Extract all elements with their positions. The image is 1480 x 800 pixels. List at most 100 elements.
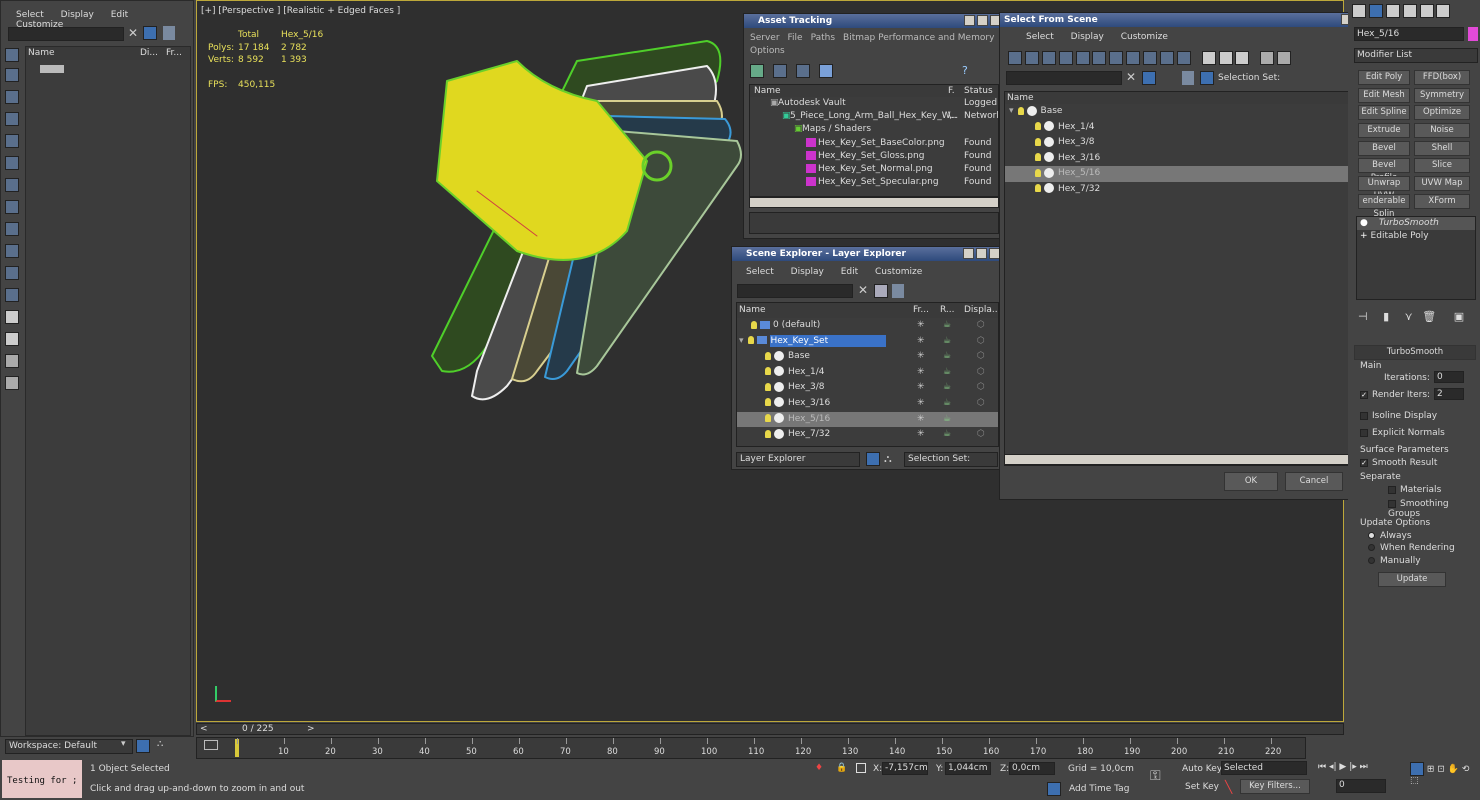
bevel-button[interactable]: Bevel <box>1358 141 1410 156</box>
lightbulb-icon[interactable] <box>765 351 771 360</box>
display-box-icon[interactable]: ⬡ <box>977 380 985 396</box>
asset-row[interactable]: Hex_Key_Set_Specular.png Found <box>750 176 998 189</box>
filter-toggle-icon[interactable] <box>5 354 19 368</box>
menu-edit[interactable]: Edit <box>111 10 128 20</box>
hierarchy-explorer-icon[interactable]: ⛬ <box>157 739 163 749</box>
clear-search-icon[interactable]: ✕ <box>858 283 868 297</box>
invert-display-icon[interactable] <box>1235 51 1250 65</box>
freeze-icon[interactable]: ✳ <box>917 334 925 350</box>
display-box-icon[interactable]: ⬡ <box>977 365 985 381</box>
display-tab-icon[interactable] <box>1419 4 1434 18</box>
menu-bitmap[interactable]: Bitmap Performance and Memory <box>843 33 994 43</box>
menu-select[interactable]: Select <box>1026 32 1054 42</box>
filter-icon[interactable] <box>1142 71 1156 85</box>
display-geometry-icon[interactable] <box>5 68 19 82</box>
make-unique-icon[interactable]: ⋎ <box>1405 310 1413 323</box>
display-box-icon[interactable]: ⬡ <box>977 318 985 334</box>
display-containers-icon[interactable] <box>1176 51 1191 65</box>
current-frame-field[interactable]: 0 <box>1336 779 1386 793</box>
menu-customize[interactable]: Customize <box>875 267 922 277</box>
lightbulb-icon[interactable] <box>1035 137 1041 146</box>
layers-icon[interactable] <box>892 284 904 298</box>
col-f[interactable]: F. <box>948 85 955 97</box>
manually-radio[interactable]: Manually <box>1368 556 1421 566</box>
clear-search-icon[interactable]: ✕ <box>128 26 138 40</box>
display-all-icon[interactable] <box>5 310 19 324</box>
maximize-viewport-icon[interactable]: ⬚ <box>1410 776 1419 786</box>
hierarchy-icon[interactable] <box>5 376 19 390</box>
object-color-swatch[interactable] <box>1468 27 1478 41</box>
layer-search-input[interactable] <box>737 284 853 298</box>
zoom-extents-icon[interactable]: ⊡ <box>1437 765 1445 775</box>
display-xrefs-icon[interactable] <box>1143 51 1157 65</box>
lightbulb-icon[interactable] <box>747 336 754 345</box>
render-teapot-icon[interactable]: ☕ <box>943 396 951 412</box>
invert-icon[interactable] <box>5 332 19 346</box>
asset-row[interactable]: Hex_Key_Set_Normal.png Found <box>750 163 998 176</box>
sfs-row[interactable]: Hex_1/4 <box>1005 120 1349 136</box>
col-render[interactable]: R... <box>940 303 955 318</box>
col-name[interactable]: Name <box>28 47 55 60</box>
checkbox-icon[interactable] <box>1360 411 1368 420</box>
key-icon[interactable]: ⚿ <box>1150 768 1161 784</box>
lightbulb-icon[interactable] <box>765 367 771 376</box>
display-none-list-icon[interactable] <box>1218 51 1233 65</box>
update-button[interactable]: Update <box>1378 572 1446 587</box>
object-row[interactable]: Hex_3/16 ✳ ☕ ⬡ <box>737 396 998 412</box>
display-box-icon[interactable]: ⬡ <box>977 349 985 365</box>
selected-dropdown[interactable]: Selected <box>1221 761 1307 775</box>
menu-select[interactable]: Select <box>16 10 44 20</box>
next-key-icon[interactable]: |▸ <box>1349 762 1357 772</box>
next-frame-icon[interactable]: > <box>307 724 315 734</box>
display-cameras-icon[interactable] <box>1075 51 1090 65</box>
lock-icon[interactable]: 🔒 <box>836 763 847 773</box>
checkbox-icon[interactable] <box>1388 485 1396 494</box>
cancel-button[interactable]: Cancel <box>1285 472 1343 491</box>
always-radio[interactable]: Always <box>1368 531 1412 541</box>
checkbox-checked-icon[interactable]: ✓ <box>1360 390 1368 399</box>
display-groups-icon[interactable] <box>1126 51 1141 65</box>
auto-key-button[interactable]: Auto Key <box>1182 764 1222 774</box>
freeze-icon[interactable]: ✳ <box>917 318 925 334</box>
freeze-icon[interactable]: ✳ <box>917 380 925 396</box>
edit-mesh-button[interactable]: Edit Mesh <box>1358 88 1410 103</box>
render-iters-checkbox[interactable]: ✓ Render Iters: <box>1360 390 1430 400</box>
checkbox-icon[interactable] <box>1388 499 1396 508</box>
asset-row[interactable]: ▣Autodesk VaultLogged O <box>750 97 998 110</box>
maxscript-listener[interactable]: Testing for ; <box>2 760 82 798</box>
noise-button[interactable]: Noise <box>1414 123 1470 138</box>
hierarchy-mode-icon[interactable] <box>1200 71 1214 85</box>
unwrap-uvw-button[interactable]: Unwrap UVW <box>1358 176 1410 201</box>
smoothing-groups-checkbox[interactable]: Smoothing Groups <box>1388 499 1476 519</box>
render-teapot-icon[interactable]: ☕ <box>943 318 951 334</box>
col-status[interactable]: Status <box>964 85 993 97</box>
turbosmooth-rollout-title[interactable]: TurboSmooth <box>1354 345 1476 360</box>
render-teapot-icon[interactable]: ☕ <box>943 334 951 350</box>
refresh-icon[interactable] <box>750 64 764 78</box>
lightbulb-icon[interactable]: ● <box>1360 218 1368 228</box>
display-lights-icon[interactable] <box>1058 51 1073 65</box>
asset-hscrollbar[interactable] <box>749 197 999 208</box>
time-slider[interactable]: < 0 / 225 > <box>196 723 1344 735</box>
display-xrefs-icon[interactable] <box>5 222 19 236</box>
go-to-end-icon[interactable]: ⏭ <box>1360 762 1368 772</box>
expand-plus-icon[interactable]: + <box>1360 231 1368 241</box>
display-groups-icon[interactable] <box>5 200 19 214</box>
bevel-profile-button[interactable]: Bevel Profile <box>1358 158 1410 183</box>
menu-display[interactable]: Display <box>61 10 94 20</box>
checkbox-checked-icon[interactable]: ✓ <box>1360 458 1368 467</box>
object-row-selected[interactable]: Hex_5/16 ✳ ☕ <box>737 411 998 428</box>
modifier-list-dropdown[interactable]: Modifier List <box>1354 48 1478 63</box>
sfs-search-input[interactable] <box>1006 71 1122 85</box>
iterations-spinner[interactable]: 0 <box>1434 371 1464 383</box>
expand-arrow-icon[interactable]: ▾ <box>1009 106 1014 116</box>
layer-mode-icon[interactable] <box>866 452 880 466</box>
menu-paths[interactable]: Paths <box>811 33 835 43</box>
layers-icon[interactable] <box>163 26 175 40</box>
set-key-icon[interactable]: ╲ <box>1225 780 1232 794</box>
filter-icon[interactable] <box>874 284 888 298</box>
object-row[interactable]: Hex_1/4 ✳ ☕ ⬡ <box>737 365 998 381</box>
menu-select[interactable]: Select <box>746 267 774 277</box>
layer-row[interactable]: 0 (default) ✳ ☕ ⬡ <box>737 318 998 334</box>
object-name-field[interactable]: Hex_5/16 <box>1354 27 1464 41</box>
